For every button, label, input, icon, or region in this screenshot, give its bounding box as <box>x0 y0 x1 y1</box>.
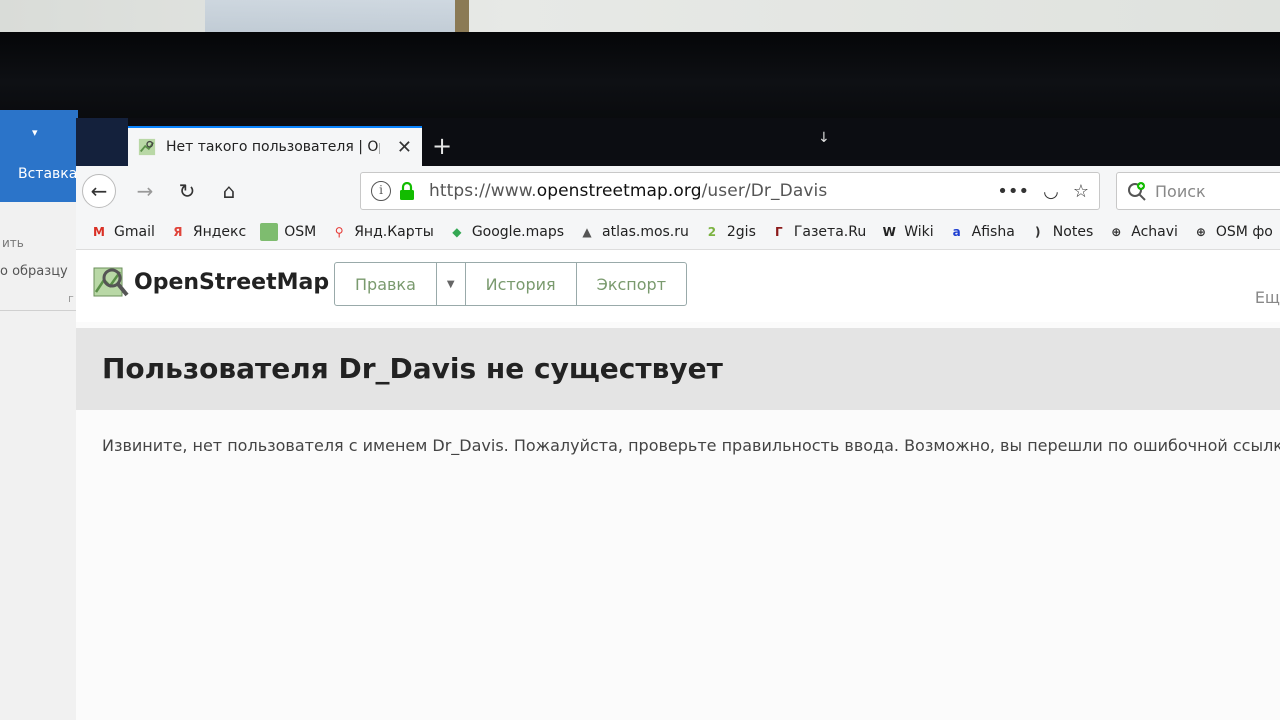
osm-header: OpenStreetMap Правка ▼ История Экспорт Е… <box>76 250 1280 322</box>
bookmark-label: Achavi <box>1131 223 1178 240</box>
lock-icon[interactable] <box>399 182 415 200</box>
format-painter-text[interactable]: о образцу <box>0 264 68 279</box>
search-placeholder: Поиск <box>1155 181 1206 201</box>
firefox-window: Нет такого пользователя | Op ✕ + ↓ ← → ↻… <box>76 118 1280 720</box>
2gis-icon: 2 <box>707 224 717 239</box>
tabstrip-accent <box>76 118 128 166</box>
url-tools: ••• ◡ ☆ <box>997 181 1089 202</box>
address-bar[interactable]: i https://www.openstreetmap.org/user/Dr_… <box>360 172 1100 210</box>
url-host: openstreetmap.org <box>536 181 702 201</box>
yandex-icon: Я <box>173 224 183 239</box>
url-path: /user/Dr_Davis <box>701 181 828 201</box>
history-button[interactable]: История <box>466 263 577 305</box>
bookmark-label: Wiki <box>904 223 934 240</box>
word-group-text: г <box>68 292 74 305</box>
bookmark-label: OSM <box>284 223 317 240</box>
map-pin-icon: ⚲ <box>334 224 344 239</box>
bookmark-item[interactable]: M Gmail <box>90 223 155 241</box>
url-prefix: https://www. <box>429 181 537 201</box>
back-button[interactable]: ← <box>82 174 116 208</box>
bookmark-item[interactable]: ⊕ OSM фо <box>1192 223 1273 241</box>
tab-close-icon[interactable]: ✕ <box>397 137 412 158</box>
bookmark-item[interactable]: Г Газета.Ru <box>770 223 866 241</box>
export-button[interactable]: Экспорт <box>577 263 686 305</box>
gazeta-icon: Г <box>775 224 783 239</box>
bookmark-item[interactable]: Я Яндекс <box>169 223 246 241</box>
reload-button[interactable]: ↻ <box>170 174 204 208</box>
globe-icon: ⊕ <box>1111 224 1122 239</box>
bookmark-label: Afisha <box>971 223 1015 240</box>
ribbon-tab-insert[interactable]: Вставка <box>18 166 77 182</box>
divider <box>0 310 78 311</box>
new-tab-button[interactable]: + <box>432 132 452 160</box>
more-menu-link[interactable]: Ещ <box>1255 288 1280 307</box>
bookmark-item[interactable]: ⊕ Achavi <box>1107 223 1178 241</box>
afisha-icon: a <box>952 224 961 239</box>
word-command-text[interactable]: ить <box>2 236 24 250</box>
tab-title: Нет такого пользователя | Op <box>166 139 380 155</box>
bookmark-item[interactable]: ▲ atlas.mos.ru <box>578 223 689 241</box>
osm-favicon-icon <box>138 138 156 156</box>
page-title: Пользователя Dr_Davis не существует <box>102 352 723 385</box>
atlas-icon: ▲ <box>582 224 592 239</box>
tab-strip: Нет такого пользователя | Op ✕ + ↓ <box>76 118 1280 166</box>
wikipedia-icon: W <box>882 224 896 239</box>
bookmark-label: 2gis <box>726 223 756 240</box>
error-message: Извините, нет пользователя с именем Dr_D… <box>102 436 1280 455</box>
page-actions-icon[interactable]: ••• <box>997 181 1029 202</box>
bookmark-label: Янд.Карты <box>354 223 434 240</box>
bookmark-label: Gmail <box>114 223 155 240</box>
bookmarks-toolbar: M Gmail Я Яндекс OSM ⚲ Янд.Карты ◆ Google.maps ▲ a… <box>76 214 1280 250</box>
globe-icon: ⊕ <box>1195 224 1206 239</box>
edit-dropdown-icon[interactable]: ▼ <box>437 263 466 305</box>
search-box[interactable]: Поиск <box>1116 172 1280 210</box>
bookmark-label: atlas.mos.ru <box>602 223 689 240</box>
bookmark-item[interactable]: ⚲ Янд.Карты <box>330 223 434 241</box>
osm-icon <box>260 222 279 241</box>
bookmark-label: Яндекс <box>192 223 247 240</box>
background-word-window: ▾ Вставка ить о образцу г <box>0 110 78 720</box>
pocket-icon[interactable]: ◡ <box>1043 181 1059 202</box>
bookmark-star-icon[interactable]: ☆ <box>1073 181 1089 202</box>
osm-brand[interactable]: OpenStreetMap <box>134 270 329 295</box>
home-button[interactable]: ⌂ <box>212 174 246 208</box>
osm-page: OpenStreetMap Правка ▼ История Экспорт Е… <box>76 250 1280 720</box>
tab-active[interactable]: Нет такого пользователя | Op ✕ <box>128 126 422 166</box>
gmail-icon: M <box>93 224 105 239</box>
osm-logo-icon[interactable] <box>90 262 130 302</box>
forward-button[interactable]: → <box>128 174 162 208</box>
word-ribbon: ▾ Вставка <box>0 110 78 202</box>
rss-icon: ) <box>1035 224 1041 239</box>
bookmark-item[interactable]: W Wiki <box>880 223 934 241</box>
navigation-toolbar: ← → ↻ ⌂ i https://www.openstreetmap.org/… <box>76 166 1280 214</box>
quick-access-toggle[interactable]: ▾ <box>32 126 38 139</box>
download-arrow-icon[interactable]: ↓ <box>818 130 830 146</box>
bookmark-item[interactable]: ◆ Google.maps <box>448 223 564 241</box>
edit-button[interactable]: Правка <box>335 263 437 305</box>
site-info-icon[interactable]: i <box>371 181 391 201</box>
bookmark-item[interactable]: 2 2gis <box>703 223 756 241</box>
bookmark-label: Google.maps <box>471 223 565 240</box>
url-text[interactable]: https://www.openstreetmap.org/user/Dr_Da… <box>429 181 827 201</box>
bookmark-label: Notes <box>1052 223 1094 240</box>
bookmark-item[interactable]: OSM <box>260 222 317 241</box>
bookmark-label: Газета.Ru <box>793 223 867 240</box>
google-maps-icon: ◆ <box>452 224 462 239</box>
bookmark-label: OSM фо <box>1215 223 1273 240</box>
page-title-banner: Пользователя Dr_Davis не существует <box>76 328 1280 410</box>
bookmark-item[interactable]: a Afisha <box>948 223 1015 241</box>
osm-nav-buttons: Правка ▼ История Экспорт <box>334 262 688 306</box>
bookmark-item[interactable]: ) Notes <box>1029 223 1093 241</box>
search-icon <box>1128 182 1146 201</box>
